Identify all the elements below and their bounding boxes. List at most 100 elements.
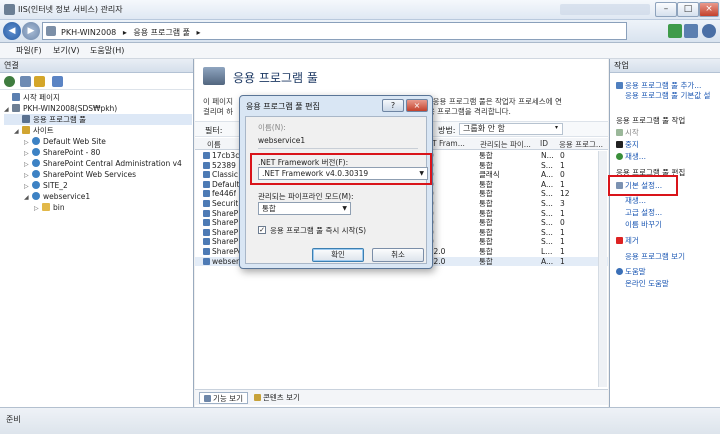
cell-name: fe446f [203, 189, 236, 199]
spacer-icon [616, 197, 623, 204]
cell-text: 0 [560, 170, 565, 180]
action-rename[interactable]: 이름 바꾸기 [616, 219, 662, 230]
tree-expander-icon[interactable]: ◢ [24, 192, 32, 203]
address-icon [46, 26, 56, 36]
grid-scrollbar[interactable] [598, 151, 607, 387]
app-pool-row-icon [203, 171, 210, 179]
col-apps[interactable]: 응용 프로그... [559, 139, 603, 150]
action-remove[interactable]: 제거 [616, 235, 639, 246]
title-search-box [560, 4, 650, 15]
cell-text: A... [541, 179, 554, 189]
address-segment-pools[interactable]: 응용 프로그램 풀 [133, 28, 190, 37]
action-view-apps[interactable]: 응용 프로그램 보기 [616, 251, 685, 262]
connect-icon[interactable] [4, 76, 15, 87]
menu-file[interactable]: 파일(F) [16, 45, 42, 56]
close-window-button[interactable]: × [699, 2, 719, 17]
action-advanced[interactable]: 고급 설정... [616, 207, 662, 218]
cell-text: 0 [560, 218, 565, 228]
col-identity[interactable]: ID [540, 139, 548, 148]
tree-node[interactable]: ▷ Default Web Site [4, 136, 192, 147]
tree-expander-icon[interactable]: ▷ [34, 203, 42, 214]
cell-apps: 3 [560, 199, 565, 209]
back-button[interactable]: ◀ [3, 22, 21, 40]
cell-text: 3 [560, 199, 565, 208]
tree-node[interactable]: ▷ SharePoint - 80 [4, 147, 192, 158]
tab-content-view[interactable]: 콘텐츠 보기 [250, 392, 304, 404]
col-pipeline[interactable]: 관리되는 파이... [480, 139, 531, 150]
minimize-button[interactable]: – [655, 2, 677, 17]
up-icon[interactable] [34, 76, 45, 87]
app-pool-row-icon [203, 257, 210, 265]
basic-settings-highlight [608, 175, 678, 196]
tree-node[interactable]: ◢ webservice1 [4, 191, 192, 202]
autostart-checkbox[interactable]: ✓ [258, 226, 266, 234]
address-separator-icon: ▸ [122, 28, 127, 37]
dialog-close-button[interactable]: × [406, 99, 428, 112]
action-pool-defaults[interactable]: 응용 프로그램 풀 기본값 설 [616, 90, 710, 101]
cell-text: 통합 [479, 227, 493, 237]
app-pool-row-icon [203, 219, 210, 227]
action-online-help[interactable]: 온라인 도움말 [616, 278, 669, 289]
app-pool-row-icon [203, 180, 210, 188]
cell-text: 통합 [479, 247, 493, 256]
page-title: 응용 프로그램 풀 [233, 71, 318, 85]
section-pool-tasks: 응용 프로그램 풀 작업 [616, 116, 686, 125]
action-stop[interactable]: 중지 [616, 139, 639, 150]
cell-text: 17cb3c [212, 151, 240, 160]
spacer-icon [616, 92, 623, 99]
desc-line-2b: 응용 프로그램을 격리합니다. [420, 107, 511, 116]
dialog-help-button[interactable]: ? [382, 99, 404, 112]
server-icon [12, 104, 20, 112]
cell-text: 통합 [479, 160, 493, 170]
tree-expander-icon[interactable]: ◢ [4, 104, 12, 115]
cell-text: 통합 [479, 151, 493, 160]
ok-button[interactable]: 확인 [312, 248, 364, 262]
tab-features-view[interactable]: 기능 보기 [199, 392, 248, 404]
action-start[interactable]: 시작 [616, 127, 639, 138]
tree-node[interactable]: ◢ 사이트 [4, 125, 192, 136]
col-name[interactable]: 이름 [207, 139, 221, 150]
forward-button[interactable]: ▶ [22, 22, 40, 40]
cell-id: A... [541, 170, 553, 180]
action-recycle[interactable]: 재생... [616, 151, 646, 162]
menu-view[interactable]: 보기(V) [53, 45, 79, 56]
home-icon[interactable] [684, 24, 698, 38]
cancel-button[interactable]: 취소 [372, 248, 424, 262]
tree-node[interactable]: ▷ SharePoint Web Services [4, 169, 192, 180]
tree-node[interactable]: ▷ SITE_2 [4, 180, 192, 191]
tree-node[interactable]: ▷ SharePoint Central Administration v4 [4, 158, 192, 169]
address-box[interactable]: PKH-WIN2008 ▸ 응용 프로그램 풀 ▸ [42, 22, 627, 40]
save-icon[interactable] [20, 76, 31, 87]
menu-help[interactable]: 도움말(H) [90, 45, 124, 56]
cell-name: ShareP [203, 237, 238, 247]
address-segment-server[interactable]: PKH-WIN2008 [61, 28, 116, 37]
tree-node-label: 시작 페이지 [23, 93, 60, 102]
tree-node[interactable]: 응용 프로그램 풀 [4, 114, 192, 125]
refresh-icon[interactable] [668, 24, 682, 38]
cell-text: S... [541, 218, 553, 228]
title-bar: IIS(인터넷 정보 서비스) 관리자 – □ × [0, 0, 720, 20]
action-help[interactable]: 도움말 [616, 266, 646, 277]
group-by-select[interactable]: 그룹화 안 함 [459, 123, 563, 135]
tree-node[interactable]: ◢ PKH-WIN2008(SDS₩pkh) [4, 103, 192, 114]
action-recycling[interactable]: 재생... [616, 195, 646, 206]
col-framework[interactable]: T Fram... [432, 139, 465, 148]
cell-text: S... [541, 199, 553, 208]
cell-text: ShareP [212, 227, 239, 237]
action-rename-label: 이름 바꾸기 [625, 220, 662, 229]
cell-id: S... [541, 218, 553, 228]
address-separator-icon: ▸ [196, 28, 201, 37]
cell-id: A... [541, 180, 553, 190]
cell-text: 52389 [212, 160, 236, 170]
globe-icon [32, 159, 40, 167]
app-pool-row-icon [203, 228, 210, 236]
help-icon[interactable] [702, 24, 716, 38]
pipeline-mode-select[interactable]: 통합 ▼ [258, 202, 351, 215]
maximize-button[interactable]: □ [677, 2, 699, 17]
connect-server-icon[interactable] [52, 76, 63, 87]
action-view-apps-label: 응용 프로그램 보기 [625, 252, 685, 261]
tree-node[interactable]: ▷ bin [4, 202, 192, 213]
tree-expander-icon[interactable]: ◢ [14, 126, 22, 137]
tab-content-label: 콘텐츠 보기 [263, 393, 300, 402]
tree-node[interactable]: 시작 페이지 [4, 92, 192, 103]
